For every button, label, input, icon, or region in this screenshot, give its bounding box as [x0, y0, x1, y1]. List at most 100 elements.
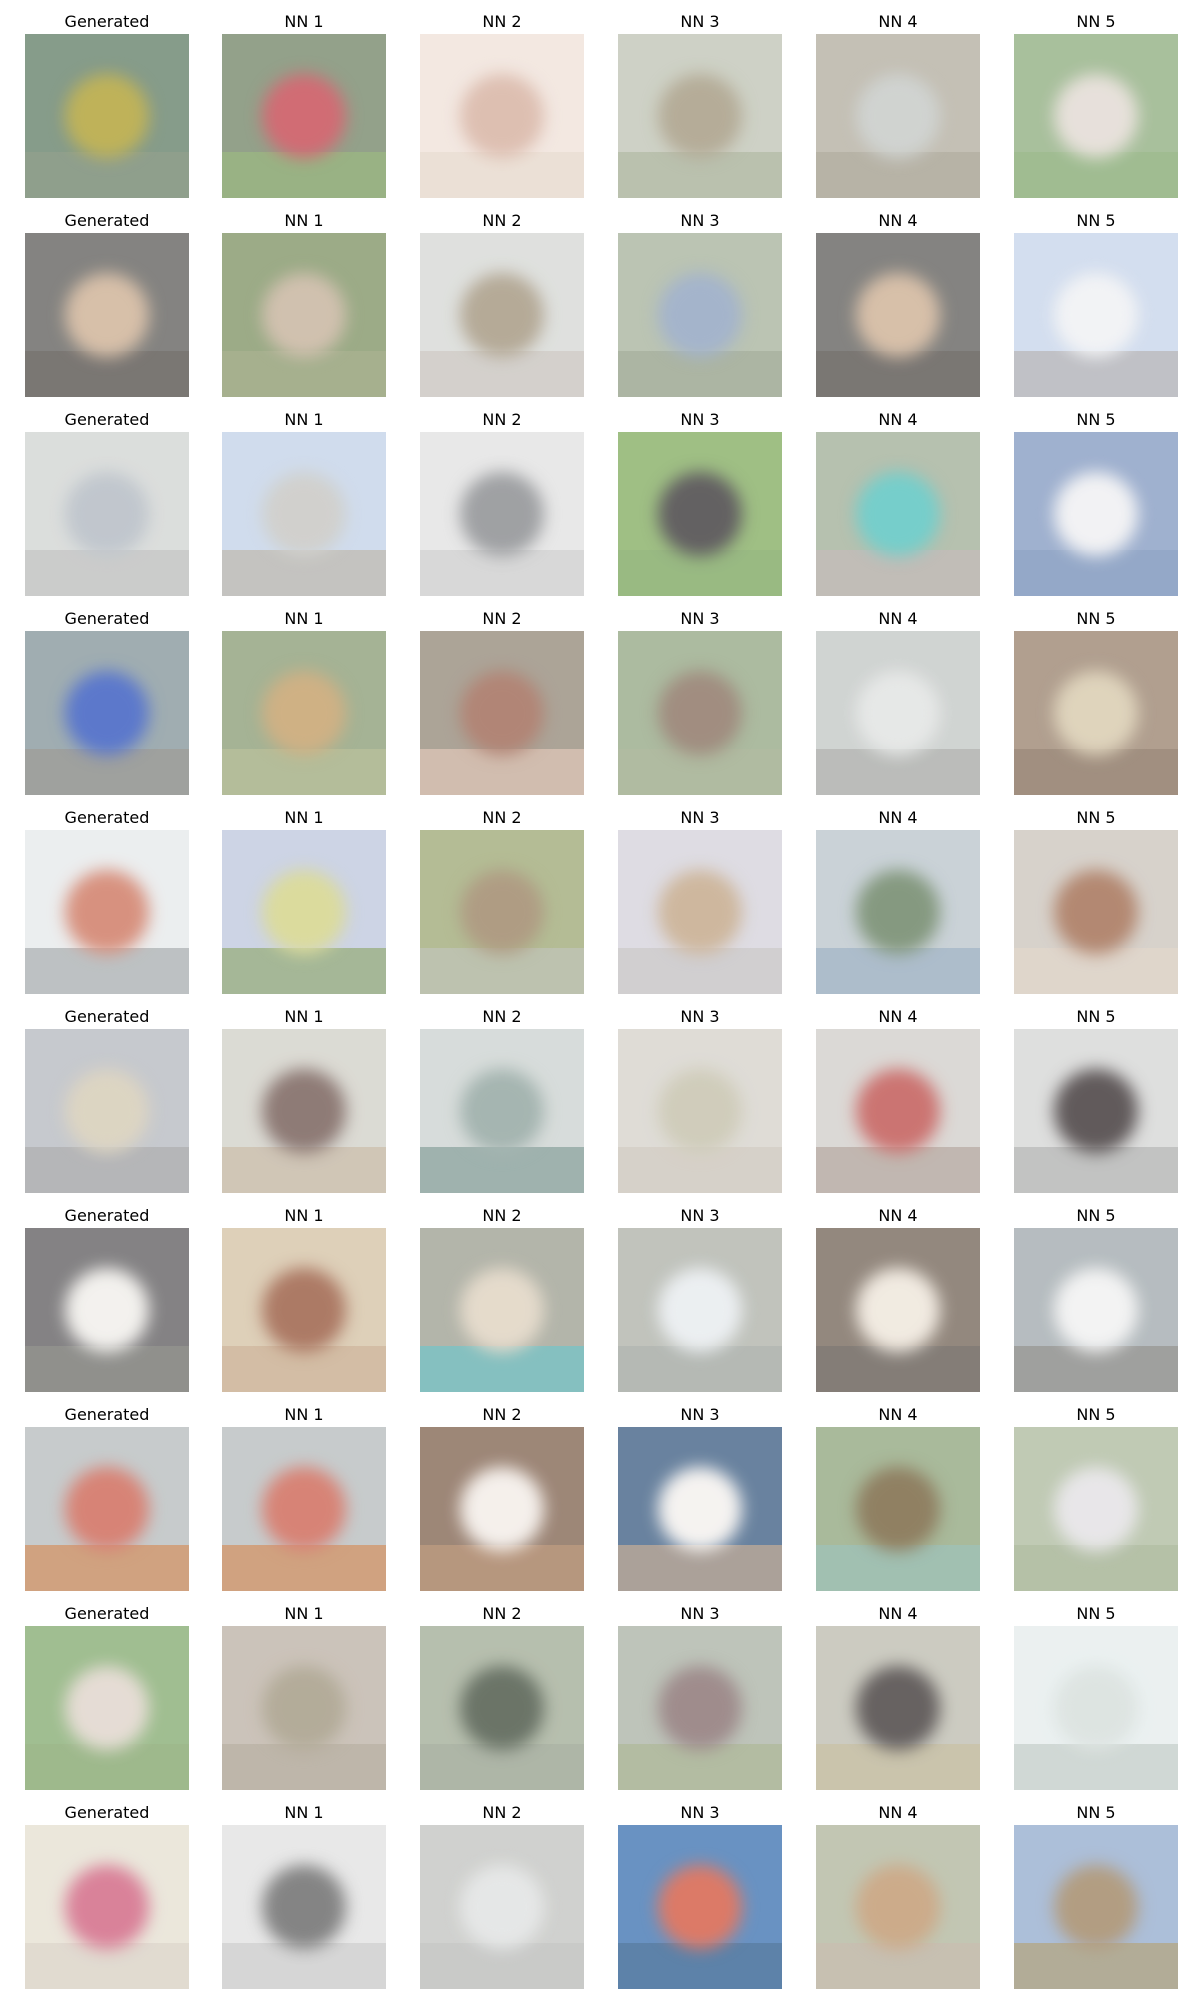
nearest-neighbor-cell: NN 3	[618, 1206, 782, 1392]
image-haze	[222, 34, 386, 198]
thumbnail-image	[420, 233, 584, 397]
nearest-neighbor-cell: NN 2	[420, 609, 584, 795]
nearest-neighbor-cell: NN 3	[618, 211, 782, 397]
thumbnail-image	[25, 1626, 189, 1790]
image-title: NN 4	[878, 12, 918, 31]
image-title: NN 1	[284, 808, 324, 827]
thumbnail-image	[1014, 233, 1178, 397]
thumbnail-image	[1014, 1228, 1178, 1392]
image-haze	[420, 631, 584, 795]
image-haze	[618, 34, 782, 198]
image-haze	[25, 34, 189, 198]
image-haze	[222, 1427, 386, 1591]
thumbnail-image	[222, 1626, 386, 1790]
image-haze	[222, 233, 386, 397]
image-title: NN 5	[1076, 1007, 1116, 1026]
image-title: NN 4	[878, 1405, 918, 1424]
nearest-neighbor-figure: Generated NN 1 NN 2 NN 3 NN 4 NN 5 Generated NN…	[0, 0, 1200, 2000]
image-title: NN 2	[482, 609, 522, 628]
nearest-neighbor-cell: NN 3	[618, 808, 782, 994]
thumbnail-image	[25, 34, 189, 198]
thumbnail-image	[618, 631, 782, 795]
thumbnail-image	[618, 432, 782, 596]
image-haze	[420, 233, 584, 397]
image-title: Generated	[64, 1604, 150, 1623]
nearest-neighbor-cell: NN 5	[1014, 12, 1178, 198]
image-haze	[618, 1825, 782, 1989]
nearest-neighbor-cell: NN 1	[222, 609, 386, 795]
nearest-neighbor-cell: NN 4	[816, 1803, 980, 1989]
nearest-neighbor-cell: NN 2	[420, 1206, 584, 1392]
thumbnail-image	[420, 1427, 584, 1591]
nearest-neighbor-cell: NN 3	[618, 1604, 782, 1790]
nearest-neighbor-cell: NN 5	[1014, 808, 1178, 994]
thumbnail-image	[618, 830, 782, 994]
image-haze	[618, 631, 782, 795]
thumbnail-image	[222, 830, 386, 994]
nearest-neighbor-cell: NN 4	[816, 12, 980, 198]
image-title: NN 3	[680, 410, 720, 429]
nearest-neighbor-cell: NN 5	[1014, 211, 1178, 397]
image-haze	[25, 1029, 189, 1193]
nearest-neighbor-cell: NN 4	[816, 211, 980, 397]
image-title: NN 1	[284, 410, 324, 429]
image-title: NN 4	[878, 1206, 918, 1225]
nearest-neighbor-cell: NN 4	[816, 1206, 980, 1392]
nearest-neighbor-cell: NN 4	[816, 1007, 980, 1193]
nearest-neighbor-cell: NN 3	[618, 1405, 782, 1591]
nearest-neighbor-cell: NN 3	[618, 1007, 782, 1193]
image-haze	[222, 631, 386, 795]
nearest-neighbor-cell: NN 3	[618, 609, 782, 795]
image-title: NN 3	[680, 1803, 720, 1822]
thumbnail-image	[420, 1825, 584, 1989]
thumbnail-image	[25, 1029, 189, 1193]
thumbnail-image	[222, 1228, 386, 1392]
image-haze	[420, 830, 584, 994]
image-haze	[222, 1825, 386, 1989]
nearest-neighbor-cell: NN 4	[816, 609, 980, 795]
image-title: Generated	[64, 1007, 150, 1026]
image-haze	[25, 1228, 189, 1392]
thumbnail-image	[1014, 1825, 1178, 1989]
thumbnail-image	[816, 1029, 980, 1193]
nearest-neighbor-cell: NN 4	[816, 1405, 980, 1591]
image-title: NN 2	[482, 1007, 522, 1026]
image-haze	[816, 830, 980, 994]
nearest-neighbor-cell: NN 2	[420, 1405, 584, 1591]
generated-image-cell: Generated	[25, 808, 189, 994]
image-haze	[420, 432, 584, 596]
image-title: NN 5	[1076, 1803, 1116, 1822]
thumbnail-image	[420, 34, 584, 198]
image-title: NN 3	[680, 1604, 720, 1623]
image-haze	[420, 1626, 584, 1790]
thumbnail-image	[618, 233, 782, 397]
nearest-neighbor-cell: NN 5	[1014, 1604, 1178, 1790]
image-haze	[816, 631, 980, 795]
image-title: Generated	[64, 12, 150, 31]
thumbnail-image	[1014, 1029, 1178, 1193]
image-title: Generated	[64, 1405, 150, 1424]
image-title: NN 5	[1076, 211, 1116, 230]
image-haze	[25, 631, 189, 795]
thumbnail-image	[816, 1825, 980, 1989]
thumbnail-image	[1014, 34, 1178, 198]
image-title: Generated	[64, 1206, 150, 1225]
thumbnail-image	[816, 1427, 980, 1591]
image-title: NN 1	[284, 211, 324, 230]
image-haze	[25, 432, 189, 596]
thumbnail-image	[25, 1228, 189, 1392]
generated-image-cell: Generated	[25, 211, 189, 397]
thumbnail-image	[420, 1029, 584, 1193]
image-haze	[618, 830, 782, 994]
image-title: NN 1	[284, 1007, 324, 1026]
image-haze	[1014, 432, 1178, 596]
thumbnail-image	[816, 1228, 980, 1392]
image-haze	[1014, 34, 1178, 198]
image-haze	[420, 1825, 584, 1989]
image-title: NN 5	[1076, 1405, 1116, 1424]
thumbnail-image	[618, 1626, 782, 1790]
image-haze	[222, 1626, 386, 1790]
thumbnail-image	[1014, 432, 1178, 596]
nearest-neighbor-cell: NN 1	[222, 1206, 386, 1392]
thumbnail-image	[816, 432, 980, 596]
